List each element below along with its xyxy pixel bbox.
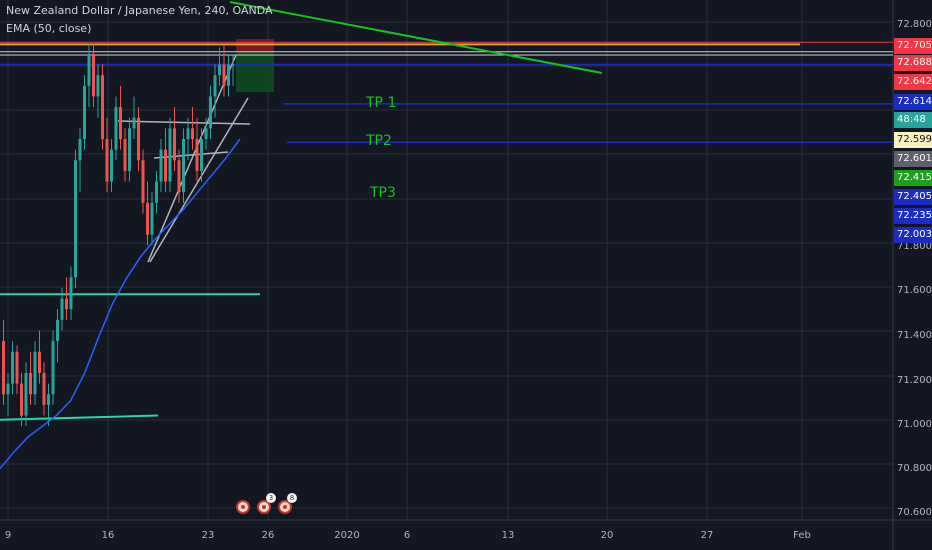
x-tick-label: 13: [501, 530, 515, 541]
y-tick-label: 72.800: [897, 19, 932, 30]
event-marker[interactable]: [236, 500, 250, 514]
candle-body: [231, 64, 235, 66]
x-tick-label: 6: [403, 530, 411, 541]
candle-body: [128, 128, 131, 171]
chart-window: New Zealand Dollar / Japanese Yen, 240, …: [0, 0, 932, 550]
candle-body: [182, 139, 185, 193]
candle-body: [150, 202, 154, 235]
x-tick-label: 27: [700, 530, 714, 541]
support-line-lower: [0, 414, 159, 421]
trend-line: [229, 1, 603, 74]
price-chart[interactable]: [0, 0, 932, 550]
candle-body: [38, 351, 41, 373]
candle-body: [78, 139, 82, 161]
candle-body: [60, 298, 64, 320]
y-tick-label: 71.400: [897, 330, 932, 341]
price-tag-entry: 72.642: [894, 74, 932, 90]
candle-body: [200, 139, 203, 171]
candle-body: [204, 128, 208, 139]
candle-body: [6, 383, 10, 395]
x-tick-label: 23: [201, 530, 215, 541]
candle-body: [96, 75, 100, 97]
candle-body: [132, 117, 136, 129]
candle-body: [105, 139, 109, 182]
candle-body: [177, 160, 181, 193]
candle-body: [218, 64, 221, 76]
candle-body: [15, 351, 19, 384]
x-tick-label: Feb: [793, 530, 811, 541]
candle-body: [155, 181, 158, 203]
tp1-label: TP 1: [366, 95, 397, 111]
stop-loss-zone: [236, 39, 274, 52]
candle-body: [191, 128, 194, 139]
tp2-label: TP2: [366, 133, 392, 149]
price-tag-tp2: 72.415: [894, 170, 932, 186]
y-tick-label: 70.600: [897, 507, 932, 518]
take-profit-zone: [236, 51, 274, 93]
x-tick-label: 20: [600, 530, 614, 541]
event-dot-icon: [283, 505, 287, 509]
candle-body: [47, 394, 50, 405]
candle-body: [186, 128, 190, 139]
symbol-legend[interactable]: New Zealand Dollar / Japanese Yen, 240, …: [6, 4, 273, 17]
y-tick-label: 71.200: [897, 375, 932, 386]
candle-body: [168, 128, 172, 182]
candle-body: [222, 64, 226, 86]
x-tick-label: 26: [261, 530, 275, 541]
x-tick-label: 2020: [334, 530, 360, 541]
price-tag-stop: 72.705: [894, 38, 932, 54]
ema-legend[interactable]: EMA (50, close): [6, 22, 91, 35]
candle-body: [173, 128, 176, 161]
countdown-tag: 48:48: [894, 112, 932, 128]
candle-body: [110, 149, 113, 182]
price-tag-high: 72.688: [894, 55, 932, 71]
candle-body: [29, 373, 32, 395]
x-tick-label: 9: [4, 530, 12, 541]
candle-body: [42, 373, 46, 405]
y-tick-label: 70.800: [897, 463, 932, 474]
candle-body: [146, 202, 149, 235]
candle-body: [213, 75, 217, 97]
candle-body: [65, 298, 68, 310]
price-tag-level: 72.235: [894, 208, 932, 224]
candle-body: [119, 107, 122, 139]
event-count-badge: 3: [266, 493, 276, 503]
candle-body: [11, 351, 14, 384]
candle-body: [20, 383, 23, 416]
candle-body: [101, 75, 104, 139]
y-tick-label: 71.000: [897, 419, 932, 430]
price-tag-tp1: 72.614: [894, 94, 932, 110]
candle-body: [137, 117, 140, 161]
candle-body: [195, 139, 199, 171]
candle-body: [83, 85, 86, 139]
price-tag-last: 72.601: [894, 151, 932, 167]
y-tick-label: 71.600: [897, 285, 932, 296]
candle-body: [33, 351, 37, 395]
x-tick-label: 16: [101, 530, 115, 541]
candle-body: [74, 160, 77, 278]
candle-body: [2, 341, 5, 395]
price-tag-ask: 72.599: [894, 132, 932, 148]
price-tag-level: 72.405: [894, 189, 932, 205]
candle-body: [92, 53, 95, 97]
candle-body: [209, 96, 212, 129]
candle-body: [141, 160, 145, 203]
candle-body: [164, 149, 167, 182]
candle-body: [56, 319, 59, 342]
candle-body: [227, 64, 230, 86]
price-tag-tp3: 72.003: [894, 227, 932, 243]
event-dot-icon: [262, 505, 266, 509]
candle-body: [51, 341, 55, 395]
candle-body: [87, 53, 91, 86]
tp3-label: TP3: [370, 185, 396, 201]
event-count-badge: 8: [287, 493, 297, 503]
event-dot-icon: [241, 505, 245, 509]
candle-body: [123, 139, 127, 171]
candle-body: [159, 149, 163, 182]
candle-body: [24, 373, 28, 416]
candle-body: [69, 277, 73, 310]
candle-body: [114, 107, 118, 150]
